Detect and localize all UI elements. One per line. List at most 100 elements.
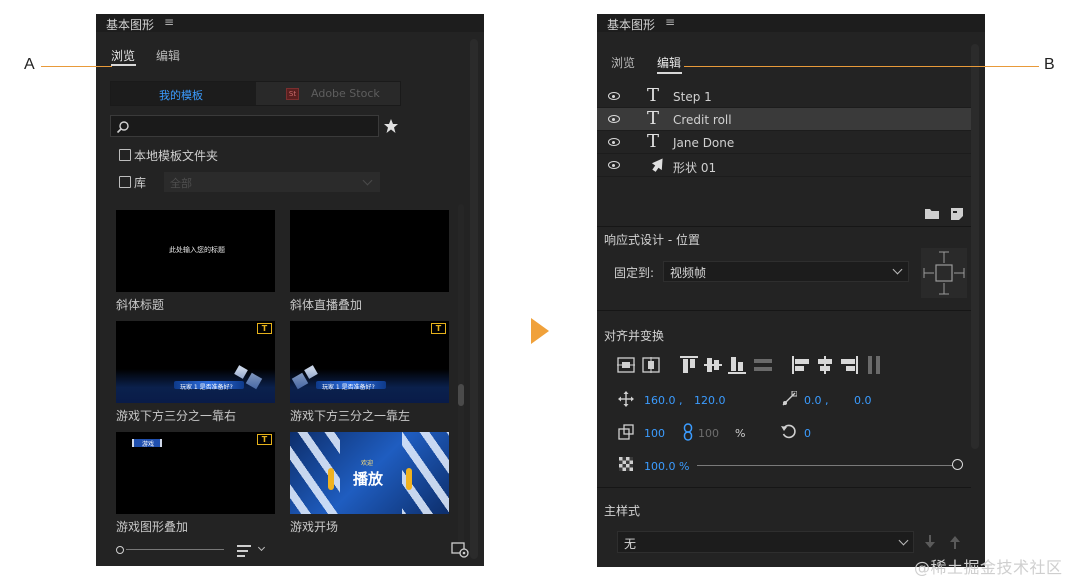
tab-browse[interactable]: 浏览 [111,47,135,64]
new-layer-icon[interactable] [951,208,963,220]
template-thumbnail[interactable]: T 玩家 1 是否准备好? [116,321,275,403]
opacity-slider-handle[interactable] [952,459,963,470]
local-templates-checkbox[interactable] [119,149,131,161]
template-name: 游戏下方三分之一靠右 [116,409,237,423]
layer-name: Credit roll [673,113,732,127]
layer-row[interactable]: T Step 1 [597,85,971,108]
panel-header: 基本图形 ≡ [96,14,484,32]
align-right-icon[interactable] [840,356,858,374]
template-thumbnail[interactable]: 此处输入您的标题 [116,210,275,292]
template-name: 游戏开场 [290,520,339,534]
align-vertical-center-icon[interactable] [617,357,635,373]
scale-unit: % [735,427,746,440]
tab-edit[interactable]: 编辑 [657,54,681,71]
essential-graphics-panel-browse: 基本图形 ≡ 浏览 编辑 我的模板 St Adobe Stock 本地模板文件夹… [96,14,484,566]
scale-icon [618,424,634,440]
tab-browse-underline [111,64,136,66]
layer-name: Step 1 [673,90,712,104]
template-thumbnail[interactable]: T 游戏 [116,432,275,514]
tab-my-templates[interactable]: 我的模板 [111,82,256,105]
distribute-horizontal-icon[interactable] [865,356,883,374]
search-icon [116,121,129,134]
rotation-icon [781,424,796,439]
panel-title: 基本图形 [106,18,155,32]
template-thumbnail[interactable]: 欢迎 播放 [290,432,449,514]
layer-name: Jane Done [673,136,735,150]
source-toggle: 我的模板 St Adobe Stock [110,81,401,106]
distribute-vertical-icon[interactable] [754,356,772,374]
text-template-badge-icon: T [431,323,446,334]
pin-anchor-widget-icon[interactable] [921,248,967,298]
slider-handle[interactable] [116,546,124,554]
adobe-stock-logo-icon: St [286,88,299,100]
template-thumbnail[interactable] [290,210,449,292]
lower-third-text: 玩家 1 是否准备好? [180,384,233,391]
layer-row[interactable]: T Jane Done [597,131,971,154]
layer-row-selected[interactable]: T Credit roll [597,108,971,131]
tab-browse[interactable]: 浏览 [611,54,635,71]
template-name: 斜体标题 [116,298,165,312]
lower-third-text: 玩家 1 是否准备好? [322,384,375,391]
callout-line-a [41,66,112,67]
scale-value[interactable]: 100 [644,427,665,440]
link-icon[interactable] [683,423,693,441]
align-horizontal-center-icon[interactable] [642,357,660,373]
align-left-icon[interactable] [792,356,810,374]
tab-adobe-stock[interactable]: St Adobe Stock [256,82,400,105]
local-templates-label: 本地模板文件夹 [134,149,219,163]
anchor-y-value[interactable]: 0.0 [854,394,872,407]
chevron-down-icon[interactable] [257,543,266,552]
tab-edit[interactable]: 编辑 [156,47,180,64]
panel-header: 基本图形 ≡ [597,14,985,32]
master-style-title: 主样式 [604,504,641,518]
rotation-value[interactable]: 0 [804,427,811,440]
eye-icon[interactable] [608,92,620,100]
template-name: 游戏下方三分之一靠左 [290,409,411,423]
intro-bracket-right [406,468,412,490]
library-checkbox[interactable] [119,176,131,188]
pin-to-select[interactable]: 视频帧 [663,261,909,282]
pin-to-label: 固定到: [614,266,655,280]
push-up-icon[interactable] [949,535,961,549]
position-y-value[interactable]: 120.0 [694,394,726,407]
thumbnail-size-slider[interactable] [116,546,224,554]
new-item-icon[interactable] [451,542,469,558]
templates-scrollbar-thumb[interactable] [458,384,464,406]
tab-edit-underline [657,72,682,74]
opacity-slider-track[interactable] [697,465,957,466]
eye-icon[interactable] [608,138,620,146]
anchor-point-icon [782,391,797,406]
layer-row[interactable]: 形状 01 [597,154,971,177]
move-icon [618,391,634,407]
template-thumbnail[interactable]: T 玩家 1 是否准备好? [290,321,449,403]
responsive-position-title: 响应式设计 - 位置 [604,233,700,247]
master-style-select[interactable]: 无 [617,531,914,553]
align-bottom-icon[interactable] [728,356,746,374]
panel-menu-icon[interactable]: ≡ [164,15,174,29]
search-input[interactable] [110,115,379,137]
star-icon[interactable] [383,118,399,134]
anchor-x-value[interactable]: 0.0 , [804,394,829,407]
sort-icon[interactable] [237,545,253,557]
chevron-down-icon [898,535,909,546]
folder-icon[interactable] [925,208,939,220]
templates-scrollbar[interactable] [458,204,464,544]
align-top-icon[interactable] [680,356,698,374]
panel-title: 基本图形 [607,18,656,32]
essential-graphics-panel-edit: 基本图形 ≡ 浏览 编辑 T Step 1 T Credit roll T Ja… [597,14,985,567]
tab-adobe-stock-label: Adobe Stock [311,87,380,100]
library-select[interactable]: 全部 [164,172,380,192]
eye-icon[interactable] [608,115,620,123]
push-down-icon[interactable] [924,535,936,549]
layers-list: T Step 1 T Credit roll T Jane Done 形状 01 [597,85,985,180]
align-middle-icon[interactable] [704,356,722,374]
template-name: 斜体直播叠加 [290,298,363,312]
align-center-icon[interactable] [816,356,834,374]
eye-icon[interactable] [608,161,620,169]
panel-menu-icon[interactable]: ≡ [665,15,675,29]
layers-empty-area [597,180,971,200]
panel-scrollbar-outer[interactable] [470,39,478,559]
position-x-value[interactable]: 160.0 , [644,394,682,407]
intro-subtext: 欢迎 [361,460,374,467]
opacity-value[interactable]: 100.0 % [644,460,689,473]
